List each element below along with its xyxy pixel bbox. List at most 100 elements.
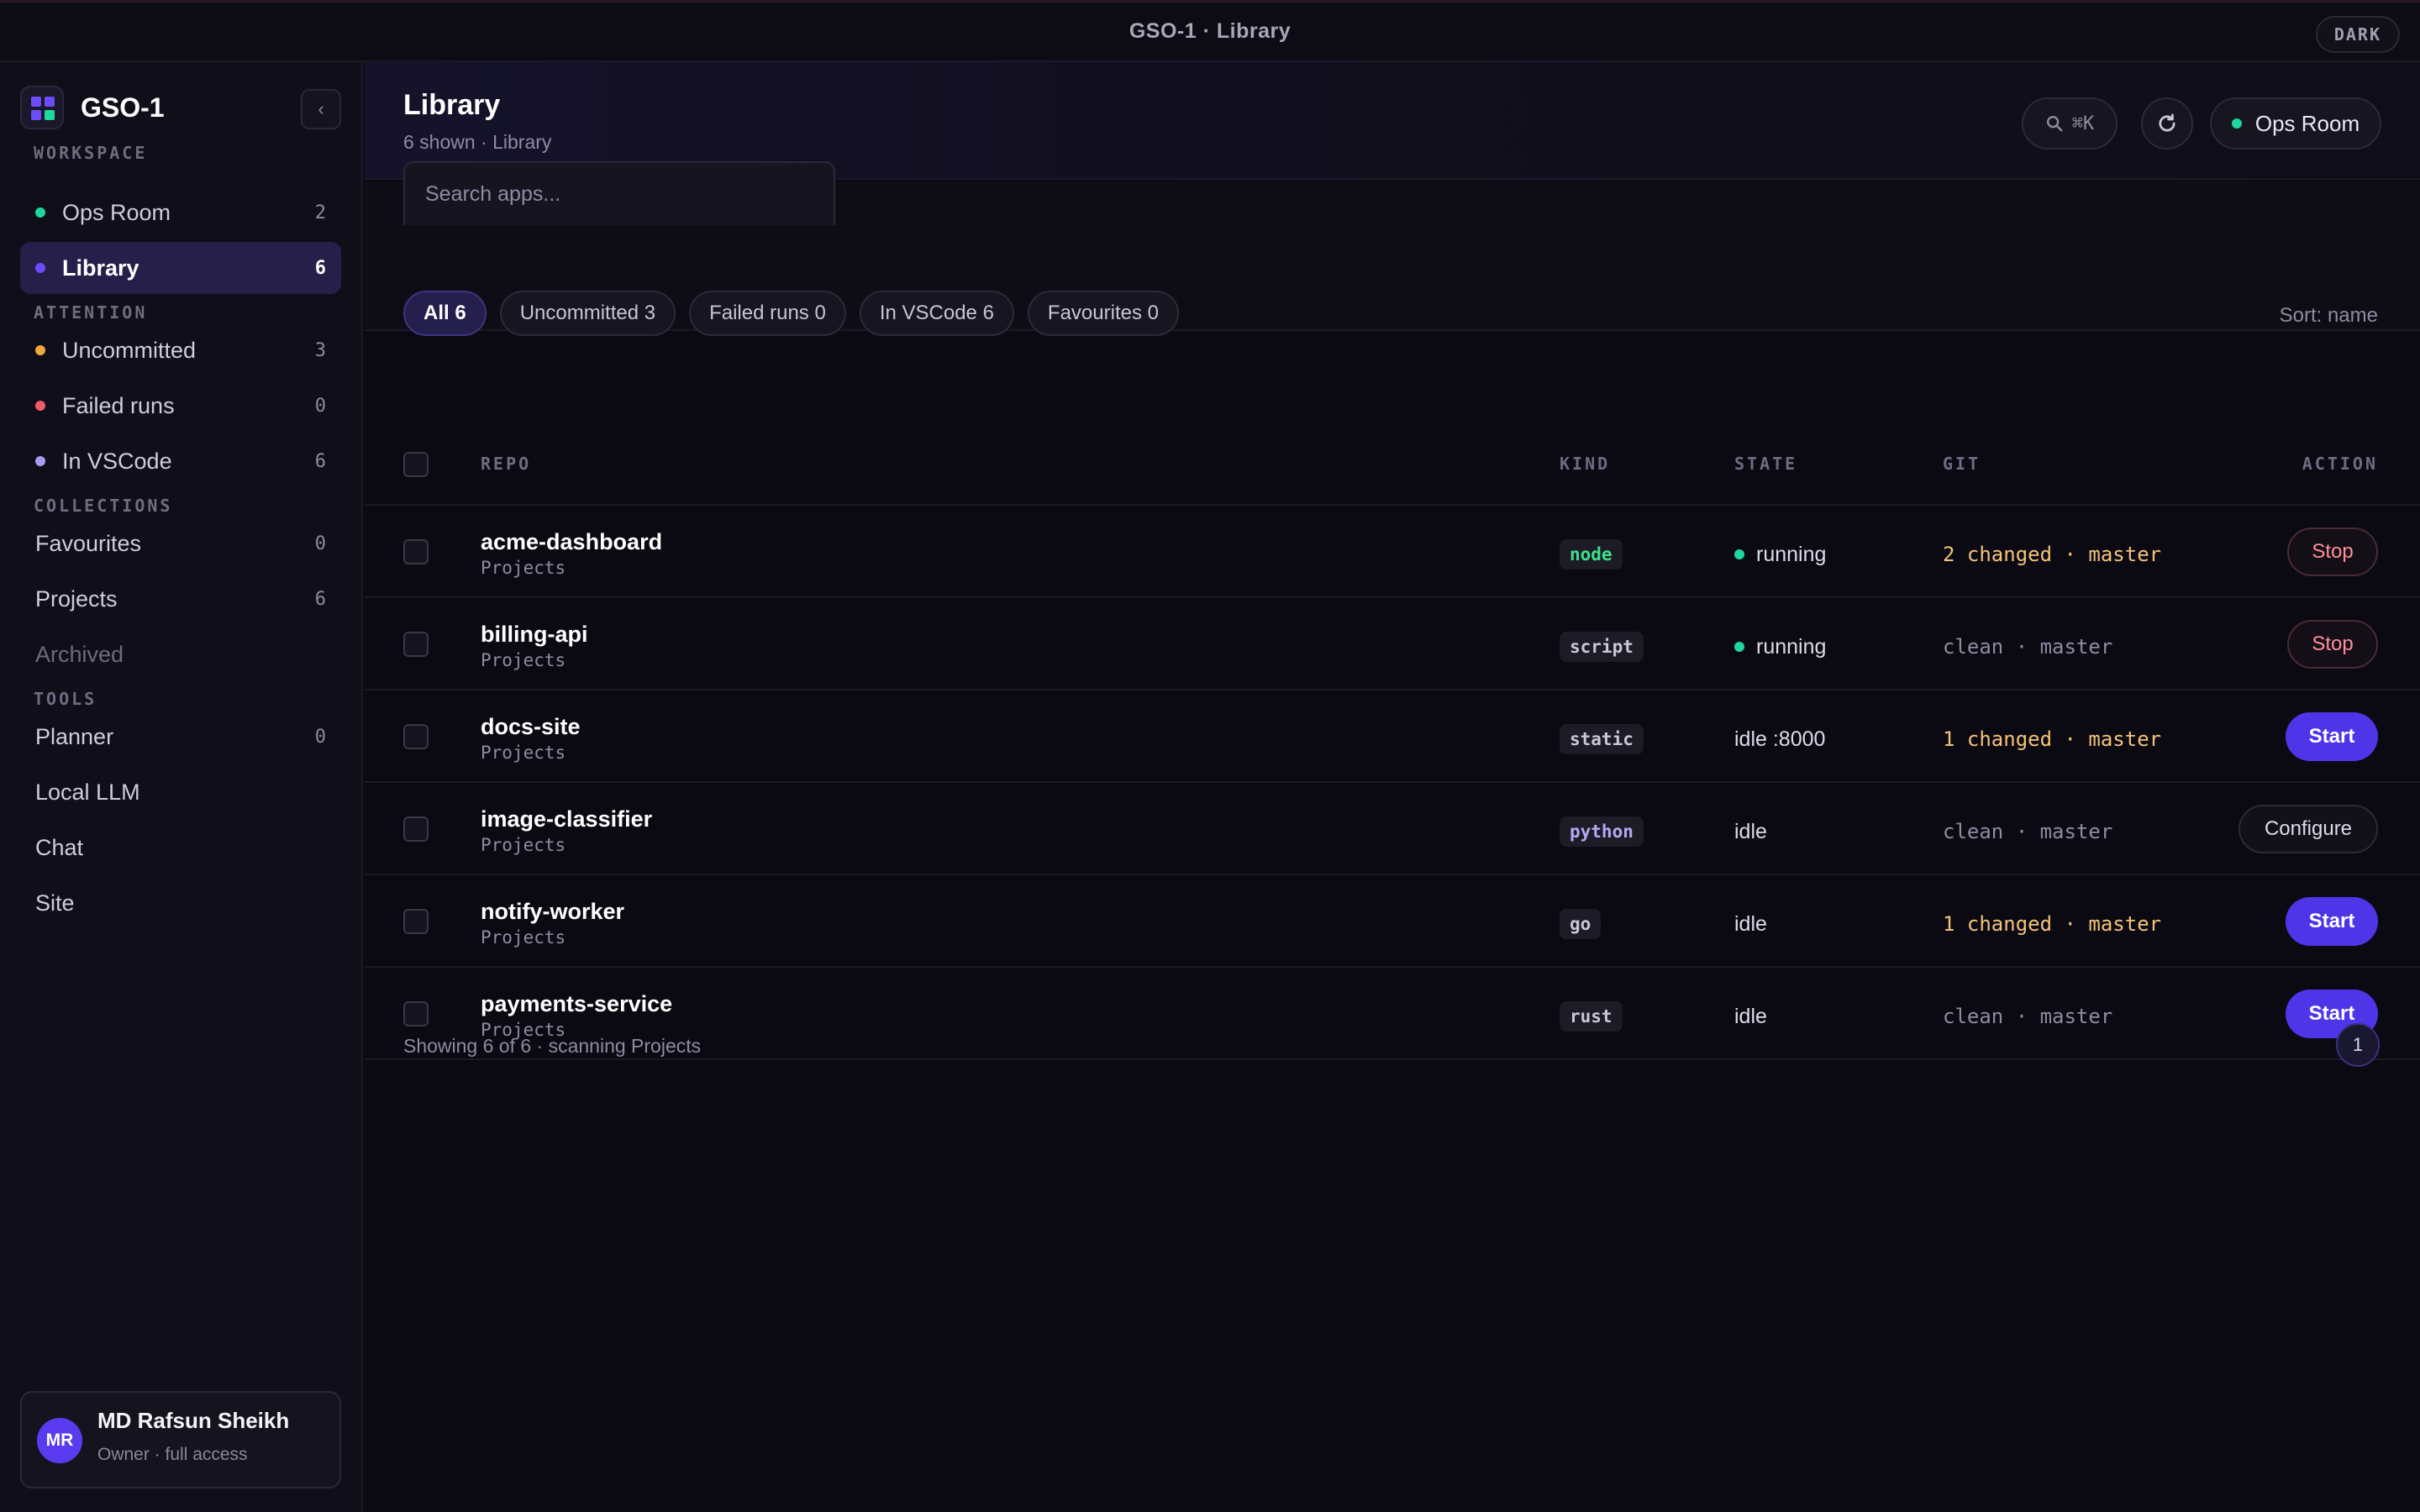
repo-name[interactable]: docs-site — [481, 714, 581, 740]
filter-chip-failed-runs[interactable]: Failed runs 0 — [689, 291, 846, 336]
row-checkbox[interactable] — [403, 632, 429, 657]
repo-name[interactable]: acme-dashboard — [481, 529, 662, 555]
table-row[interactable]: notify-worker Projects go idle 1 changed · m… — [365, 875, 2420, 968]
sidebar-item-label: Projects — [35, 585, 118, 612]
pagination-page-1[interactable]: 1 — [2336, 1023, 2380, 1067]
sidebar-item-ops-room[interactable]: Ops Room 2 — [20, 186, 341, 239]
column-header-state[interactable]: STATE — [1734, 454, 1797, 474]
table-row[interactable]: docs-site Projects static idle :8000 1 chang… — [365, 690, 2420, 783]
filter-chip-favourites[interactable]: Favourites 0 — [1027, 291, 1179, 336]
table-header: REPO KIND STATE GIT ACTION — [365, 422, 2420, 506]
row-checkbox[interactable] — [403, 1001, 429, 1026]
filter-chip-all[interactable]: All 6 — [403, 291, 487, 336]
column-header-git[interactable]: GIT — [1943, 454, 1981, 474]
status-dot — [35, 456, 45, 466]
collapse-sidebar-button[interactable]: ‹ — [301, 89, 341, 129]
filter-chips: All 6 Uncommitted 3 Failed runs 0 In VSC… — [403, 291, 1192, 336]
git-status: 1 changed · master — [1943, 912, 2162, 936]
sidebar-item-local-llm[interactable]: Local LLM — [20, 766, 341, 818]
git-status: clean · master — [1943, 1005, 2113, 1028]
repo-name[interactable]: image-classifier — [481, 806, 652, 832]
table-row[interactable]: acme-dashboard Projects node running 2 chang… — [365, 506, 2420, 598]
start-button[interactable]: Start — [2286, 712, 2378, 761]
column-header-kind[interactable]: KIND — [1560, 454, 1610, 474]
sidebar-item-count: 6 — [314, 450, 326, 472]
sidebar-item-label: Planner — [35, 723, 114, 749]
app-logo-icon — [20, 86, 64, 129]
status-dot — [35, 207, 45, 218]
row-checkbox[interactable] — [403, 724, 429, 749]
state-label: idle :8000 — [1734, 727, 1826, 751]
status-dot — [35, 401, 45, 411]
sidebar-item-chat[interactable]: Chat — [20, 822, 341, 874]
shortcut-hint: ⌘K — [2071, 113, 2095, 134]
repo-group: Projects — [481, 558, 566, 578]
sidebar-item-in-vscode[interactable]: In VSCode 6 — [20, 435, 341, 487]
running-dot — [1734, 549, 1744, 559]
configure-button[interactable]: Configure — [2238, 805, 2378, 853]
repo-name[interactable]: payments-service — [481, 991, 672, 1017]
sidebar-item-label: Uncommitted — [62, 337, 197, 363]
repo-name[interactable]: billing-api — [481, 622, 588, 648]
sidebar-item-library[interactable]: Library 6 — [20, 242, 341, 294]
sidebar-item-count: 6 — [314, 257, 326, 279]
git-status: clean · master — [1943, 820, 2113, 843]
sidebar-item-label: Local LLM — [35, 779, 140, 805]
repo-group: Projects — [481, 650, 566, 670]
stop-button[interactable]: Stop — [2287, 620, 2378, 669]
sidebar-item-label: Archived — [35, 641, 124, 667]
user-role: Owner · full access — [97, 1445, 248, 1464]
ops-room-label: Ops Room — [2254, 110, 2360, 136]
sidebar-item-label: Ops Room — [62, 199, 171, 225]
sidebar: GSO-1 ‹ WORKSPACE Ops Room 2 Library 6 AT… — [0, 62, 363, 1512]
git-status: 2 changed · master — [1943, 543, 2162, 566]
section-label-workspace: WORKSPACE — [34, 143, 148, 163]
page-subtitle: 6 shown · Library — [403, 131, 552, 153]
theme-toggle-button[interactable]: DARK — [2315, 16, 2400, 53]
stop-button[interactable]: Stop — [2287, 528, 2378, 576]
state-cell: idle — [1734, 816, 1767, 847]
status-dot — [2231, 118, 2242, 129]
sidebar-item-favourites[interactable]: Favourites 0 — [20, 517, 341, 570]
ops-room-button[interactable]: Ops Room — [2210, 97, 2381, 150]
select-all-checkbox[interactable] — [403, 452, 429, 477]
title-bar: GSO-1 · Library DARK — [0, 0, 2420, 62]
repo-name[interactable]: notify-worker — [481, 899, 624, 925]
kind-badge: node — [1560, 539, 1623, 570]
row-checkbox[interactable] — [403, 816, 429, 842]
sidebar-item-label: Failed runs — [62, 392, 175, 418]
sidebar-item-site[interactable]: Site — [20, 877, 341, 929]
page-title: Library — [403, 89, 501, 121]
sidebar-item-count: 3 — [314, 339, 326, 361]
column-header-repo[interactable]: REPO — [481, 454, 531, 474]
filter-chip-in-vscode[interactable]: In VSCode 6 — [859, 291, 1014, 336]
sidebar-item-count: 0 — [314, 726, 326, 748]
sort-dropdown[interactable]: Sort: name — [2280, 304, 2378, 328]
brand: GSO-1 — [20, 86, 165, 129]
avatar: MR — [37, 1418, 82, 1463]
kind-badge: rust — [1560, 1001, 1623, 1032]
command-search-button[interactable]: ⌘K — [2022, 97, 2118, 150]
table-row[interactable]: image-classifier Projects python idle clean … — [365, 783, 2420, 875]
search-input[interactable] — [403, 161, 835, 225]
sidebar-item-uncommitted[interactable]: Uncommitted 3 — [20, 324, 341, 376]
row-checkbox[interactable] — [403, 909, 429, 934]
status-dot — [35, 263, 45, 273]
sidebar-item-failed-runs[interactable]: Failed runs 0 — [20, 380, 341, 432]
kind-badge: go — [1560, 909, 1602, 939]
sidebar-item-projects[interactable]: Projects 6 — [20, 573, 341, 625]
column-header-action: ACTION — [2302, 454, 2378, 474]
start-button[interactable]: Start — [2286, 897, 2378, 946]
user-card[interactable]: MR MD Rafsun Sheikh Owner · full access — [20, 1391, 341, 1488]
sidebar-item-archived[interactable]: Archived — [20, 628, 341, 680]
refresh-button[interactable] — [2141, 97, 2193, 150]
sidebar-item-count: 2 — [314, 202, 326, 223]
sidebar-item-planner[interactable]: Planner 0 — [20, 711, 341, 763]
table-row[interactable]: billing-api Projects script running clean · … — [365, 598, 2420, 690]
filter-chip-uncommitted[interactable]: Uncommitted 3 — [499, 291, 676, 336]
main-content: Library 6 shown · Library ⌘K Ops Room Al… — [365, 62, 2420, 1512]
row-checkbox[interactable] — [403, 539, 429, 564]
status-dot — [35, 345, 45, 355]
state-label: idle — [1734, 819, 1767, 843]
repo-group: Projects — [481, 743, 566, 763]
